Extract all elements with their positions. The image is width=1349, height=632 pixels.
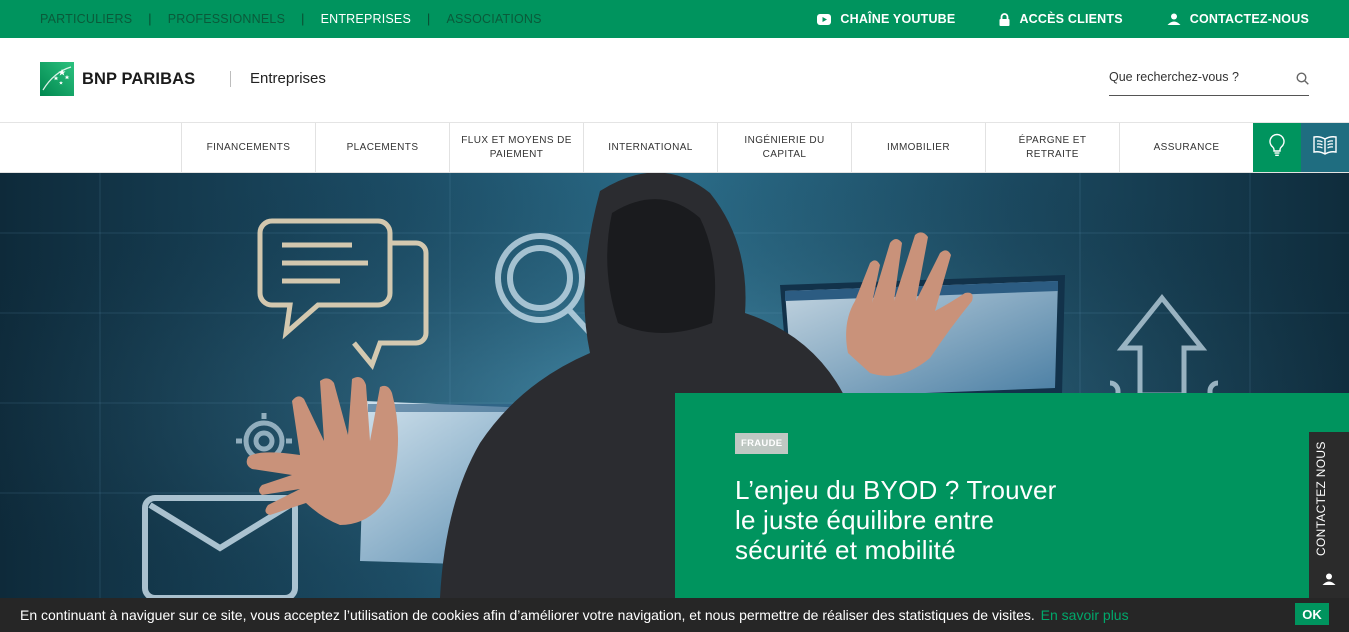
segment-separator: | [427, 12, 431, 26]
lightbulb-icon [1268, 133, 1286, 162]
segment-entreprises[interactable]: ENTREPRISES [321, 12, 411, 26]
user-icon [1167, 13, 1181, 25]
book-icon [1313, 135, 1337, 160]
user-icon [1322, 572, 1336, 590]
nav-assurance[interactable]: ASSURANCE [1119, 123, 1253, 172]
segment-professionnels[interactable]: PROFESSIONNELS [168, 12, 285, 26]
cookie-ok-button[interactable]: OK [1295, 603, 1329, 625]
segment-separator: | [301, 12, 305, 26]
segment-particuliers[interactable]: PARTICULIERS [40, 12, 132, 26]
cookie-message: En continuant à naviguer sur ce site, vo… [20, 607, 1035, 623]
brand-divider [230, 71, 231, 87]
contact-link[interactable]: CONTACTEZ-NOUS [1167, 12, 1309, 26]
nav-epargne-retraite[interactable]: ÉPARGNE ET RETRAITE [985, 123, 1119, 172]
nav-placements[interactable]: PLACEMENTS [315, 123, 449, 172]
search-input[interactable] [1109, 68, 1284, 84]
hero-article-card[interactable]: FRAUDE L’enjeu du BYOD ? Trouver le just… [675, 393, 1349, 598]
segment-associations[interactable]: ASSOCIATIONS [446, 12, 541, 26]
client-access-label: ACCÈS CLIENTS [1019, 12, 1123, 26]
nav-flux-paiement[interactable]: FLUX ET MOYENS DE PAIEMENT [449, 123, 583, 172]
youtube-label: CHAÎNE YOUTUBE [840, 12, 956, 26]
site-header: BNP PARIBAS Entreprises [0, 38, 1349, 123]
nav-immobilier[interactable]: IMMOBILIER [851, 123, 985, 172]
lock-icon [999, 12, 1010, 26]
top-links: CHAÎNE YOUTUBE ACCÈS CLIENTS CONTACTEZ-N… [817, 12, 1309, 26]
library-button[interactable] [1301, 123, 1349, 172]
cookie-learn-more-link[interactable]: En savoir plus [1041, 607, 1129, 623]
bnp-stars-logo-mark [40, 62, 74, 96]
segment-nav: PARTICULIERS | PROFESSIONNELS | ENTREPRI… [40, 12, 542, 26]
cookie-message-line: En continuant à naviguer sur ce site, vo… [20, 607, 1129, 623]
contact-side-tab-label: CONTACTEZ NOUS [1314, 441, 1328, 556]
top-bar: PARTICULIERS | PROFESSIONNELS | ENTREPRI… [0, 0, 1349, 38]
brand-subtitle: Entreprises [250, 70, 326, 87]
client-access-link[interactable]: ACCÈS CLIENTS [999, 12, 1123, 26]
category-tag[interactable]: FRAUDE [735, 433, 789, 454]
nav-ingenierie-capital[interactable]: INGÉNIERIE DU CAPITAL [717, 123, 851, 172]
hero-title[interactable]: L’enjeu du BYOD ? Trouver le juste équil… [735, 475, 1075, 565]
contact-side-tab[interactable]: CONTACTEZ NOUS [1309, 432, 1349, 598]
main-nav: FINANCEMENTS PLACEMENTS FLUX ET MOYENS D… [0, 123, 1349, 173]
hero-banner[interactable]: FRAUDE L’enjeu du BYOD ? Trouver le just… [0, 173, 1349, 598]
youtube-icon [817, 13, 832, 25]
search-icon[interactable] [1296, 72, 1309, 90]
segment-separator: | [148, 12, 152, 26]
search-box [1109, 68, 1309, 96]
bnp-logo[interactable]: BNP PARIBAS [40, 62, 195, 96]
youtube-link[interactable]: CHAÎNE YOUTUBE [817, 12, 955, 26]
cookie-banner: En continuant à naviguer sur ce site, vo… [0, 598, 1349, 632]
brand-name: BNP PARIBAS [82, 69, 196, 88]
contact-label: CONTACTEZ-NOUS [1189, 12, 1309, 26]
ideas-button[interactable] [1253, 123, 1301, 172]
nav-financements[interactable]: FINANCEMENTS [181, 123, 315, 172]
nav-international[interactable]: INTERNATIONAL [583, 123, 717, 172]
